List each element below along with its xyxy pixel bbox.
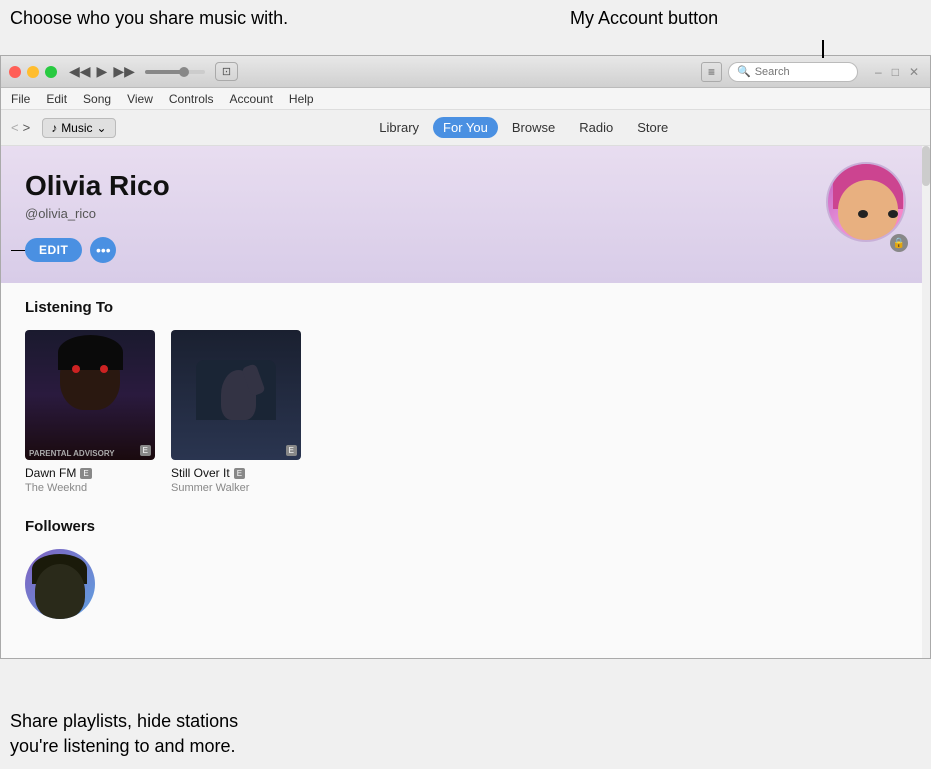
main-content[interactable]: Olivia Rico @olivia_rico EDIT ••• — [1, 146, 930, 658]
source-picker[interactable]: ♪ Music ⌄ — [42, 118, 115, 138]
menu-file[interactable]: File — [11, 92, 30, 106]
menu-account[interactable]: Account — [230, 92, 273, 106]
dawnfm-art — [50, 340, 130, 410]
listening-to-section: Listening To — [25, 299, 906, 494]
nav-bar: < > ♪ Music ⌄ Library For You Browse Rad… — [1, 110, 930, 146]
dawn-fm-title: Dawn FM E — [25, 466, 155, 480]
menu-controls[interactable]: Controls — [169, 92, 214, 106]
tab-store[interactable]: Store — [627, 117, 678, 138]
dawn-fm-artist: The Weeknd — [25, 482, 155, 494]
tab-browse[interactable]: Browse — [502, 117, 565, 138]
album-grid: PARENTAL ADVISORY E Dawn FM E The Weeknd — [25, 330, 906, 494]
title-bar: ◀◀ ▶ ▶▶ ⊡ ≡ 🔍 – □ ✕ — [1, 56, 930, 88]
back-button[interactable]: ◀◀ — [69, 63, 91, 80]
follower-face — [35, 564, 85, 619]
nav-arrows: < > — [11, 120, 30, 135]
still-over-it-explicit-badge: E — [286, 445, 297, 456]
profile-section: Olivia Rico @olivia_rico EDIT ••• — [1, 146, 930, 283]
source-chevron-icon: ⌄ — [97, 121, 107, 135]
tab-radio[interactable]: Radio — [569, 117, 623, 138]
menu-bar: File Edit Song View Controls Account Hel… — [1, 88, 930, 110]
tb-minimize-button[interactable]: – — [872, 65, 885, 79]
edit-button[interactable]: EDIT — [25, 238, 82, 262]
volume-thumb — [179, 67, 189, 77]
followers-title: Followers — [25, 518, 906, 535]
volume-slider[interactable] — [145, 70, 205, 74]
avatar-memoji — [828, 164, 904, 240]
nav-tabs: Library For You Browse Radio Store — [369, 117, 678, 138]
album-item-dawn-fm[interactable]: PARENTAL ADVISORY E Dawn FM E The Weeknd — [25, 330, 155, 494]
content-area: Listening To — [1, 283, 930, 658]
source-icon: ♪ — [51, 121, 57, 135]
profile-actions: EDIT ••• — [25, 237, 906, 263]
scrollbar-track[interactable] — [922, 146, 930, 658]
title-bar-win-buttons: – □ ✕ — [872, 65, 922, 79]
lock-badge: 🔒 — [890, 234, 908, 252]
parental-advisory: PARENTAL ADVISORY — [29, 449, 115, 458]
minimize-window-button[interactable] — [27, 66, 39, 78]
still-over-it-explicit-inline: E — [234, 468, 245, 479]
menu-view[interactable]: View — [127, 92, 153, 106]
avatar-eye-right — [888, 210, 898, 218]
top-right-annotation: My Account button — [570, 8, 718, 29]
album-item-still-over-it[interactable]: E Still Over It E Summer Walker — [171, 330, 301, 494]
menu-help[interactable]: Help — [289, 92, 314, 106]
list-icon: ≡ — [708, 65, 715, 79]
menu-edit[interactable]: Edit — [46, 92, 67, 106]
album-cover-dawn-fm: PARENTAL ADVISORY E — [25, 330, 155, 460]
profile-avatar[interactable] — [826, 162, 906, 242]
nav-back-button[interactable]: < — [11, 120, 19, 135]
lock-icon: 🔒 — [893, 238, 905, 249]
transport-controls: ◀◀ ▶ ▶▶ ⊡ — [69, 62, 238, 81]
maximize-window-button[interactable] — [45, 66, 57, 78]
airplay-icon: ⊡ — [222, 66, 231, 78]
search-input[interactable] — [755, 66, 845, 78]
profile-name: Olivia Rico — [25, 170, 906, 202]
more-icon: ••• — [96, 242, 111, 258]
still-over-it-artist: Summer Walker — [171, 482, 301, 494]
still-over-it-title: Still Over It E — [171, 466, 301, 480]
avatar-eye-left — [858, 210, 868, 218]
close-window-button[interactable] — [9, 66, 21, 78]
avatar-face — [838, 180, 898, 240]
nav-forward-button[interactable]: > — [23, 120, 31, 135]
play-button[interactable]: ▶ — [97, 63, 108, 80]
stillovrit-art — [171, 330, 301, 460]
followers-section: Followers — [25, 518, 906, 619]
avatar-eyes — [858, 210, 898, 218]
profile-handle: @olivia_rico — [25, 206, 906, 221]
top-left-annotation: Choose who you share music with. — [10, 8, 288, 29]
bottom-annotation: Share playlists, hide stationsyou're lis… — [10, 709, 238, 759]
dawn-fm-explicit-inline: E — [80, 468, 91, 479]
tab-library[interactable]: Library — [369, 117, 429, 138]
title-bar-right: ≡ 🔍 – □ ✕ — [701, 62, 922, 82]
follower-avatar[interactable] — [25, 549, 95, 619]
scrollbar-thumb[interactable] — [922, 146, 930, 186]
search-icon: 🔍 — [737, 65, 751, 78]
airplay-button[interactable]: ⊡ — [215, 62, 238, 81]
itunes-window: ◀◀ ▶ ▶▶ ⊡ ≡ 🔍 – □ ✕ — [0, 55, 931, 659]
edit-callout-line — [11, 250, 25, 251]
forward-button[interactable]: ▶▶ — [113, 63, 135, 80]
source-label: Music — [61, 121, 92, 135]
tb-close-button[interactable]: ✕ — [906, 65, 922, 79]
album-cover-still-over-it: E — [171, 330, 301, 460]
list-view-button[interactable]: ≡ — [701, 62, 722, 82]
listening-to-title: Listening To — [25, 299, 906, 316]
window-controls — [9, 66, 57, 78]
search-box[interactable]: 🔍 — [728, 62, 858, 82]
dawn-fm-explicit-badge: E — [140, 445, 151, 456]
more-options-button[interactable]: ••• — [90, 237, 116, 263]
menu-song[interactable]: Song — [83, 92, 111, 106]
tab-for-you[interactable]: For You — [433, 117, 498, 138]
my-account-arrow-line — [822, 40, 824, 58]
tb-restore-button[interactable]: □ — [889, 65, 902, 79]
